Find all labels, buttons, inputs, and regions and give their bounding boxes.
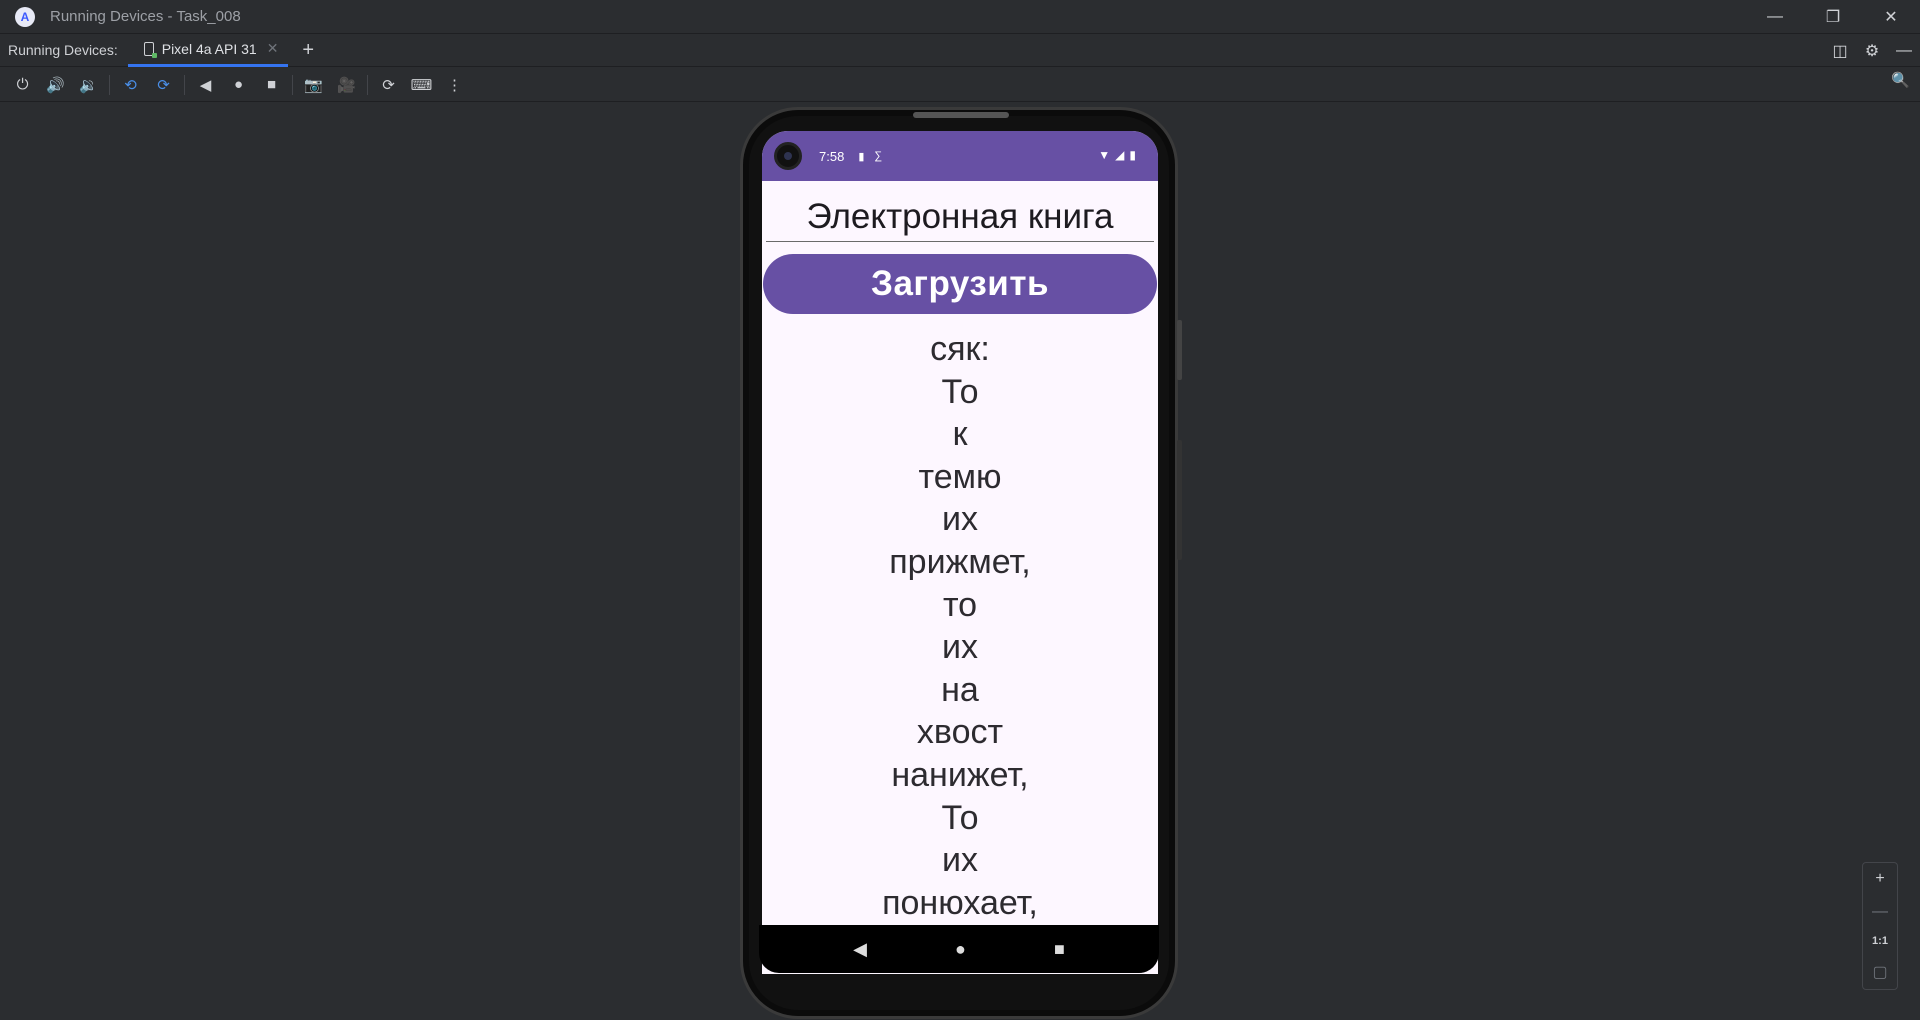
gear-icon[interactable]: ⚙ <box>1856 41 1888 61</box>
volume-up-icon[interactable]: 🔊 <box>39 71 72 99</box>
minimize-icon[interactable]: — <box>1746 0 1804 33</box>
app-title: Электронная книга <box>766 181 1154 242</box>
running-devices-tabbar: Running Devices: Pixel 4a API 31 ✕ + ◫ ⚙… <box>0 33 1920 67</box>
tab-label: Pixel 4a API 31 <box>161 40 257 57</box>
window-controls: — ❐ ✕ <box>1746 0 1920 33</box>
book-text-line: их <box>942 841 978 880</box>
system-icons: ▼ ◢ ▮ <box>1098 148 1136 162</box>
restore-icon[interactable]: ❐ <box>1804 0 1862 33</box>
book-text-line: То <box>941 372 979 411</box>
camera-icon[interactable]: 📷 <box>297 71 330 99</box>
rotate-left-icon[interactable]: ⟲ <box>114 71 147 99</box>
zoom-in-icon[interactable]: + <box>1875 870 1884 888</box>
speaker-grille <box>913 112 1009 118</box>
volume-down-icon[interactable]: 🔉 <box>72 71 105 99</box>
book-text-line: то <box>942 585 978 624</box>
zoom-out-icon[interactable]: — <box>1872 903 1888 921</box>
tabbar-actions: ◫ ⚙ — <box>1824 34 1920 67</box>
toolbar-separator <box>367 74 368 95</box>
nav-back-icon[interactable]: ◀ <box>853 939 867 960</box>
overview-icon[interactable]: ■ <box>255 71 288 99</box>
device-icon <box>143 41 157 58</box>
book-text-line: понюхает, <box>882 883 1038 922</box>
phone-frame: 7:58 ▮ ∑ ▼ ◢ ▮ Электронная книга Загрузи… <box>740 107 1182 1019</box>
device-explorer-icon[interactable]: 🔍 <box>1891 71 1910 89</box>
zoom-reset-button[interactable]: 1:1 <box>1872 935 1888 947</box>
rotate-right-icon[interactable]: ⟳ <box>147 71 180 99</box>
book-text-line: темю <box>918 457 1002 496</box>
home-icon[interactable]: ● <box>222 71 255 99</box>
running-devices-label: Running Devices: <box>8 42 118 58</box>
tab-pixel-4a[interactable]: Pixel 4a API 31 ✕ <box>127 34 289 67</box>
layout-icon[interactable]: ◫ <box>1824 41 1856 61</box>
window-title: Running Devices - Task_008 <box>50 8 241 25</box>
sd-card-icon: ▮ <box>858 150 865 163</box>
wifi-icon: ▼ <box>1098 148 1111 162</box>
close-tab-icon[interactable]: ✕ <box>267 40 279 57</box>
book-text-line: прижмет, <box>889 542 1031 581</box>
book-text-line: их <box>942 500 978 539</box>
book-text-line: нанижет, <box>891 755 1029 794</box>
power-icon[interactable]: ⏻ <box>6 71 39 99</box>
load-button[interactable]: Загрузить <box>763 254 1157 314</box>
volume-side-button <box>1177 440 1182 560</box>
book-text-line: То <box>941 798 979 837</box>
notification-icons: ▮ ∑ <box>858 150 882 163</box>
toolbar-separator <box>109 74 110 95</box>
hide-panel-icon[interactable]: — <box>1888 42 1920 60</box>
status-time: 7:58 <box>819 148 845 164</box>
keyboard-icon[interactable]: ⌨ <box>405 71 438 99</box>
front-camera-icon <box>774 142 802 170</box>
device-screen[interactable]: 7:58 ▮ ∑ ▼ ◢ ▮ Электронная книга Загрузи… <box>762 131 1158 974</box>
book-text-line: хвост <box>916 713 1004 752</box>
book-text-line: на <box>941 670 979 709</box>
data-saver-icon: ∑ <box>874 149 883 162</box>
zoom-panel: + — 1:1 ▢ <box>1862 862 1898 990</box>
navigation-bar: ◀ ● ■ <box>759 925 1159 973</box>
book-text-line: их <box>942 628 978 667</box>
toolbar-separator <box>292 74 293 95</box>
title-bar: A Running Devices - Task_008 — ❐ ✕ <box>0 0 1920 33</box>
snapshot-icon[interactable]: ⟳ <box>372 71 405 99</box>
record-video-icon[interactable]: 🎥 <box>330 71 363 99</box>
signal-icon: ◢ <box>1115 148 1125 162</box>
book-text-line: сяк: <box>930 330 990 368</box>
power-side-button <box>1177 320 1182 380</box>
nav-recents-icon[interactable]: ■ <box>1054 939 1065 960</box>
toolbar-separator <box>184 74 185 95</box>
device-toolbar: ⏻ 🔊 🔉 ⟲ ⟳ ◀ ● ■ 📷 🎥 ⟳ ⌨ ⋮ 🔍 <box>0 68 1920 102</box>
nav-home-icon[interactable]: ● <box>955 939 966 960</box>
more-options-icon[interactable]: ⋮ <box>438 71 471 99</box>
status-bar: 7:58 ▮ ∑ ▼ ◢ ▮ <box>762 131 1158 181</box>
close-icon[interactable]: ✕ <box>1862 0 1920 33</box>
book-text: сяк: То к темю их прижмет, то их на хвост нанижет,… <box>762 328 1158 967</box>
add-device-icon[interactable]: + <box>302 39 314 62</box>
android-studio-logo-icon: A <box>15 6 35 27</box>
book-text-line: к <box>952 415 968 454</box>
fit-screen-icon[interactable]: ▢ <box>1872 962 1887 982</box>
back-icon[interactable]: ◀ <box>189 71 222 99</box>
battery-icon: ▮ <box>1129 148 1136 162</box>
